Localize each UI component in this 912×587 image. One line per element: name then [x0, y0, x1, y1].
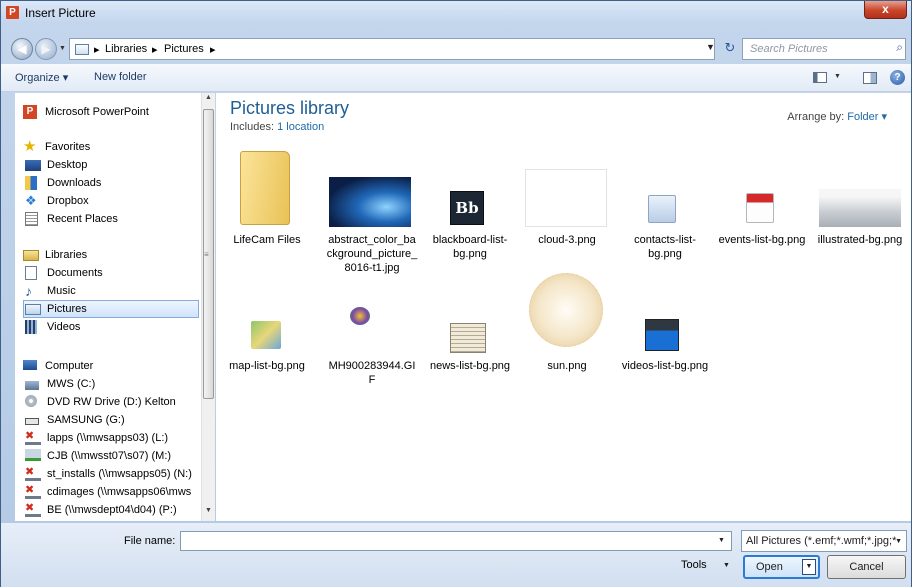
arrange-by-dropdown[interactable]: Folder ▾ [847, 111, 887, 123]
scroll-up-icon[interactable]: ▲ [205, 94, 212, 101]
recent-locations-dropdown[interactable]: ▼ [59, 45, 66, 52]
calendar-icon [746, 193, 774, 223]
dropbox-icon: ❖ [25, 193, 37, 208]
libraries-icon [23, 250, 39, 261]
address-bar[interactable]: ▸ Libraries ▸ Pictures ▸ ▼ [69, 38, 715, 60]
address-dropdown[interactable]: ▼ [706, 42, 715, 52]
close-button[interactable]: x [864, 1, 907, 19]
abstract-image [329, 177, 411, 227]
disconnected-network-drive-icon: ✖ [25, 467, 41, 481]
command-bar: Organize ▾ New folder ▼ ? [1, 64, 911, 92]
nav-item-pictures[interactable]: Pictures [23, 300, 199, 318]
file-type-select[interactable]: All Pictures (*.emf;*.wmf;*.jpg;* ▼ [741, 530, 907, 552]
skyline-image [819, 189, 901, 227]
newspaper-icon [450, 323, 486, 353]
breadcrumb-pictures[interactable]: Pictures [164, 43, 204, 55]
back-button[interactable]: ◀ [11, 38, 33, 60]
navigation-scrollbar[interactable]: ▲ ≡ ▼ [201, 93, 215, 521]
file-item[interactable]: illustrated-bg.png [814, 145, 906, 265]
downloads-icon [25, 176, 37, 190]
dvd-drive-icon [25, 395, 37, 407]
file-item[interactable]: Bb blackboard-list-bg.png [424, 145, 516, 265]
help-icon[interactable]: ? [890, 70, 905, 85]
contact-card-icon [648, 195, 676, 223]
file-name-field[interactable] [180, 531, 732, 551]
recent-places-icon [25, 212, 38, 226]
file-name-label: File name: [124, 535, 176, 547]
file-list-pane: Pictures library Includes: 1 location Ar… [216, 93, 911, 521]
file-item[interactable]: videos-list-bg.png [619, 277, 711, 377]
library-title: Pictures library [230, 98, 350, 118]
file-item[interactable]: sun.png [521, 273, 613, 377]
cancel-button[interactable]: Cancel [827, 555, 906, 579]
dialog-footer: File name: ▼ All Pictures (*.emf;*.wmf;*… [1, 523, 911, 587]
preview-pane-icon[interactable] [863, 72, 877, 84]
refresh-icon[interactable]: ↻ [719, 38, 741, 60]
search-input[interactable]: Search Pictures ⌕ [742, 38, 906, 60]
file-name-dropdown[interactable]: ▼ [718, 537, 725, 544]
chevron-down-icon[interactable]: ▼ [895, 532, 902, 551]
videos-icon [25, 320, 37, 334]
folder-icon [240, 151, 290, 225]
new-folder-button[interactable]: New folder [94, 71, 147, 83]
view-options-dropdown[interactable]: ▼ [834, 73, 841, 80]
computer-icon [23, 360, 37, 370]
crumb-separator-icon[interactable]: ▸ [94, 43, 100, 56]
change-view-icon[interactable] [813, 72, 827, 83]
pictures-icon [25, 304, 41, 315]
arrange-by: Arrange by: Folder ▾ [787, 111, 887, 123]
blank-image [525, 169, 607, 227]
windows-drive-icon [25, 381, 39, 390]
window-title: Insert Picture [25, 6, 96, 20]
disconnected-network-drive-icon: ✖ [25, 431, 41, 445]
insert-picture-dialog: P Insert Picture x ◀ ▶ ▼ ▸ Libraries ▸ P… [0, 0, 912, 587]
map-pin-icon [251, 321, 281, 349]
disconnected-network-drive-icon: ✖ [25, 503, 41, 517]
blackboard-logo: Bb [450, 191, 484, 225]
file-item[interactable]: map-list-bg.png [221, 277, 313, 377]
documents-icon [25, 266, 37, 280]
file-item[interactable]: news-list-bg.png [424, 277, 516, 377]
splitter-grip-icon[interactable]: ≡ [204, 250, 209, 259]
address-row: ◀ ▶ ▼ ▸ Libraries ▸ Pictures ▸ ▼ ↻ Searc… [1, 32, 911, 62]
open-button[interactable]: Open ▼ [743, 555, 820, 579]
crumb-separator-icon[interactable]: ▸ [210, 43, 216, 56]
powerpoint-icon: P [23, 105, 37, 119]
locations-link[interactable]: 1 location [277, 121, 324, 133]
clapperboard-icon [645, 319, 679, 351]
open-options-dropdown[interactable]: ▼ [802, 559, 816, 575]
scroll-down-icon[interactable]: ▼ [205, 507, 212, 514]
clipart-image [350, 307, 370, 325]
tools-button[interactable]: Tools [681, 559, 707, 571]
title-bar: P Insert Picture x [1, 1, 911, 23]
search-placeholder: Search Pictures [750, 43, 828, 55]
library-includes: Includes: 1 location [230, 121, 325, 133]
star-icon: ★ [23, 138, 37, 155]
powerpoint-icon: P [6, 6, 19, 19]
file-item[interactable]: events-list-bg.png [716, 145, 808, 265]
library-icon [75, 44, 89, 55]
forward-button[interactable]: ▶ [35, 38, 57, 60]
file-item[interactable]: MH900283944.GIF [326, 277, 418, 386]
network-drive-icon [25, 449, 41, 461]
breadcrumb-libraries[interactable]: Libraries [105, 43, 147, 55]
file-item[interactable]: contacts-list-bg.png [619, 145, 711, 265]
music-icon: ♪ [25, 283, 32, 299]
removable-drive-icon [25, 418, 39, 425]
tools-dropdown[interactable]: ▼ [723, 562, 730, 569]
file-item[interactable]: abstract_color_background_picture_8016-t… [326, 145, 418, 274]
desktop-icon [25, 160, 41, 171]
navigation-pane: P Microsoft PowerPoint ★ Favorites Deskt… [15, 93, 201, 521]
disconnected-network-drive-icon: ✖ [25, 485, 41, 499]
sun-disc-image [529, 273, 603, 347]
crumb-separator-icon[interactable]: ▸ [152, 43, 158, 56]
file-item[interactable]: cloud-3.png [521, 145, 613, 265]
file-item[interactable]: LifeCam Files [221, 145, 313, 265]
organize-button[interactable]: Organize ▾ [15, 71, 68, 84]
search-icon[interactable]: ⌕ [896, 40, 903, 55]
